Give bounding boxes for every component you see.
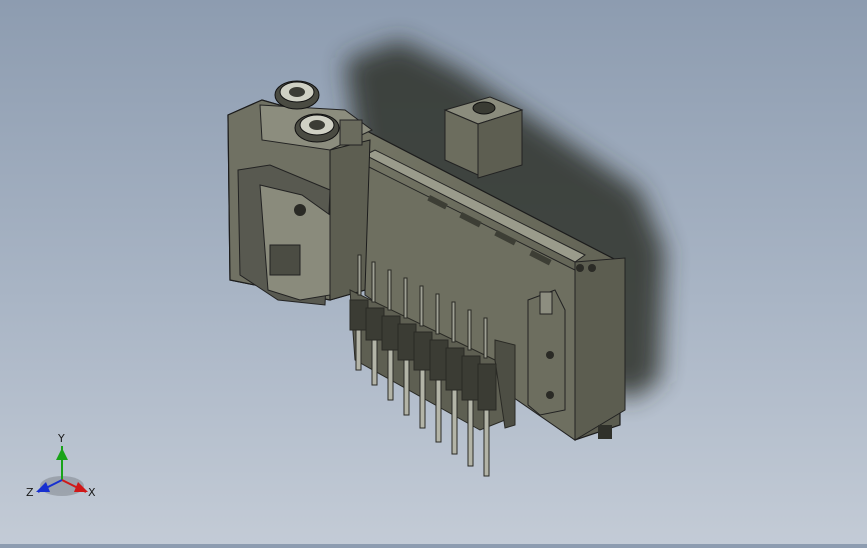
y-axis-label: Y bbox=[57, 432, 65, 445]
cad-model-render[interactable] bbox=[0, 0, 867, 544]
graphics-viewport[interactable] bbox=[0, 0, 867, 544]
y-axis-arrow-icon bbox=[56, 448, 68, 460]
z-axis-label: Z bbox=[26, 486, 34, 499]
coordinate-triad: Y X Z bbox=[26, 432, 96, 499]
x-axis-label: X bbox=[88, 486, 96, 499]
